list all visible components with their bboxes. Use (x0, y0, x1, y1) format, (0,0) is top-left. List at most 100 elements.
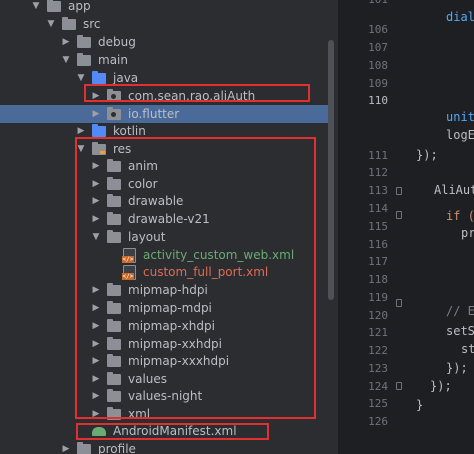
chevron-right-icon[interactable]: ▶ (90, 299, 102, 317)
line-number: 115 (368, 220, 388, 233)
code-line[interactable]: }); (446, 359, 468, 377)
chevron-down-icon[interactable]: ▼ (90, 228, 102, 246)
tree-item-mipmap-xhdpi[interactable]: ▶ mipmap-xhdpi (0, 317, 338, 335)
code-line[interactable]: st (461, 340, 474, 358)
line-number: 113 (368, 184, 388, 197)
fold-marker-icon[interactable] (396, 211, 402, 219)
chevron-right-icon[interactable]: ▶ (60, 33, 72, 51)
line-number: 107 (368, 41, 388, 54)
tree-item-label: mipmap-xxhdpi (128, 337, 223, 351)
tree-item-layout[interactable]: ▼ layout (0, 228, 338, 246)
package-icon (106, 87, 122, 105)
tree-item-xml[interactable]: ▶ xml (0, 405, 338, 423)
tree-item-anim[interactable]: ▶ anim (0, 157, 338, 175)
code-line[interactable]: logE (446, 126, 474, 144)
tree-item-mipmap-xxhdpi[interactable]: ▶ mipmap-xxhdpi (0, 335, 338, 353)
chevron-down-icon[interactable]: ▼ (45, 15, 57, 33)
tree-item-io-flutter[interactable]: ▶ io.flutter (0, 105, 334, 123)
code-line[interactable]: } (416, 396, 423, 414)
tree-item-values-night[interactable]: ▶ values-night (0, 387, 338, 405)
tree-item-mipmap-hdpi[interactable]: ▶ mipmap-hdpi (0, 281, 338, 299)
tree-item-mipmap-mdpi[interactable]: ▶ mipmap-mdpi (0, 299, 338, 317)
project-tree-scrollbar[interactable] (328, 40, 334, 300)
tree-item-label: values-night (128, 389, 203, 403)
fold-marker-icon[interactable] (396, 299, 402, 307)
code-line[interactable]: if ( (446, 207, 474, 225)
code-line[interactable]: unit (446, 108, 474, 126)
fold-marker-icon[interactable] (396, 382, 402, 390)
tree-item-mipmap-xxxhdpi[interactable]: ▶ mipmap-xxxhdpi (0, 352, 338, 370)
editor-gutter: 101 106 107 108 109 110 111 112 113 114 115 116 117 1… (338, 0, 388, 454)
chevron-down-icon[interactable]: ▼ (75, 69, 87, 87)
tree-item-label: layout (128, 230, 166, 244)
chevron-down-icon[interactable]: ▼ (60, 51, 72, 69)
tree-item-values[interactable]: ▶ values (0, 370, 338, 388)
tree-item-label: java (113, 71, 139, 85)
folder-icon (61, 15, 77, 33)
code-line[interactable]: // E (446, 302, 474, 320)
folder-icon (106, 157, 122, 175)
tree-item-com-sean-rao-aliauth[interactable]: ▶ com.sean.rao.aliAuth (0, 87, 338, 105)
chevron-right-icon[interactable]: ▶ (90, 210, 102, 228)
chevron-right-icon[interactable]: ▶ (90, 175, 102, 193)
tree-item-kotlin[interactable]: ▶ kotlin (0, 122, 338, 140)
tree-item-drawable-v21[interactable]: ▶ drawable-v21 (0, 210, 338, 228)
folder-icon (76, 33, 92, 51)
chevron-right-icon[interactable]: ▶ (90, 157, 102, 175)
tree-item-app[interactable]: ▼ app (0, 0, 338, 15)
folder-blue-icon (91, 69, 107, 87)
chevron-right-icon[interactable]: ▶ (90, 87, 102, 105)
code-line[interactable]: }); (416, 146, 438, 164)
chevron-right-icon[interactable]: ▶ (90, 387, 102, 405)
xml-file-icon (121, 246, 137, 264)
tree-item-src[interactable]: ▼ src (0, 15, 338, 33)
folder-icon (106, 210, 122, 228)
code-line[interactable]: dial (446, 8, 474, 26)
tree-item-color[interactable]: ▶ color (0, 175, 338, 193)
tree-item-custom-full-port-xml[interactable]: custom_full_port.xml (0, 263, 338, 281)
res-folder-icon (91, 140, 107, 158)
line-number: 120 (368, 309, 388, 322)
tree-item-activity-custom-web-xml[interactable]: activity_custom_web.xml (0, 246, 338, 264)
tree-item-label: AndroidManifest.xml (113, 424, 237, 438)
tree-item-main[interactable]: ▼ main (0, 51, 338, 69)
code-line[interactable]: }); (430, 377, 452, 395)
tree-item-label: mipmap-xxxhdpi (128, 354, 230, 368)
line-number: 101 (348, 0, 388, 9)
chevron-right-icon[interactable]: ▶ (90, 105, 102, 123)
line-number: 125 (368, 397, 388, 410)
folder-icon (76, 440, 92, 454)
line-number: 106 (368, 23, 388, 36)
tree-item-label: mipmap-xhdpi (128, 319, 215, 333)
folder-icon (106, 370, 122, 388)
tree-item-drawable[interactable]: ▶ drawable (0, 192, 338, 210)
tree-item-java[interactable]: ▼ java (0, 69, 338, 87)
xml-file-icon (121, 263, 137, 281)
chevron-right-icon[interactable]: ▶ (90, 281, 102, 299)
line-number: 108 (368, 59, 388, 72)
chevron-right-icon[interactable]: ▶ (90, 352, 102, 370)
line-number: 123 (368, 362, 388, 375)
tree-item-debug[interactable]: ▶ debug (0, 33, 338, 51)
tree-item-label: drawable-v21 (128, 212, 210, 226)
fold-marker-icon[interactable] (396, 187, 402, 195)
line-number: 118 (368, 273, 388, 286)
line-number: 122 (368, 344, 388, 357)
chevron-right-icon[interactable]: ▶ (90, 405, 102, 423)
tree-item-androidmanifest-xml[interactable]: AndroidManifest.xml (0, 422, 338, 440)
tree-item-label: color (128, 177, 158, 191)
chevron-right-icon[interactable]: ▶ (60, 440, 72, 454)
code-line[interactable]: AliAut (434, 181, 474, 199)
chevron-right-icon[interactable]: ▶ (90, 192, 102, 210)
chevron-right-icon[interactable]: ▶ (75, 122, 87, 140)
code-line[interactable]: setS (446, 322, 474, 340)
code-line[interactable]: pr (461, 224, 474, 242)
chevron-right-icon[interactable]: ▶ (90, 370, 102, 388)
chevron-down-icon[interactable]: ▼ (75, 140, 87, 158)
tree-item-res[interactable]: ▼ res (0, 140, 338, 158)
tree-item-label: main (98, 53, 128, 67)
tree-item-profile[interactable]: ▶ profile (0, 440, 338, 454)
chevron-right-icon[interactable]: ▶ (90, 317, 102, 335)
chevron-down-icon[interactable]: ▼ (30, 0, 42, 15)
chevron-right-icon[interactable]: ▶ (90, 335, 102, 353)
